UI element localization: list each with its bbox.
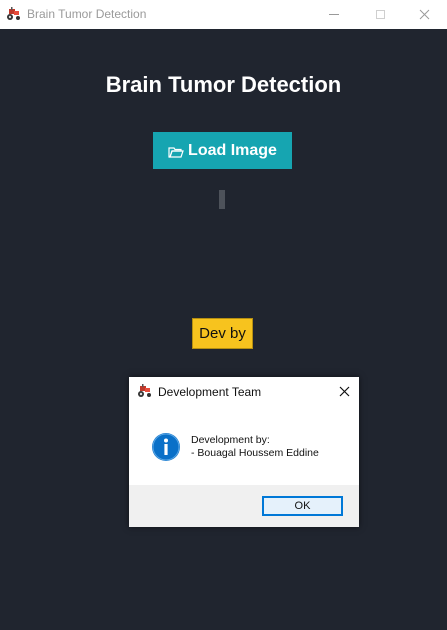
load-image-label: Load Image: [188, 141, 277, 159]
page-title: Brain Tumor Detection: [105, 72, 342, 97]
minimize-icon: [329, 14, 339, 15]
dialog-close-button[interactable]: [329, 377, 359, 406]
folder-open-icon: [168, 147, 184, 158]
load-image-button[interactable]: Load Image: [153, 132, 292, 169]
info-icon: [152, 433, 180, 461]
window-titlebar[interactable]: Brain Tumor Detection: [0, 0, 447, 29]
close-icon: [339, 386, 349, 397]
minimize-button[interactable]: [311, 0, 357, 29]
dialog-titlebar[interactable]: Development Team: [129, 377, 359, 406]
window-close-button[interactable]: [401, 0, 447, 29]
app-window: Brain Tumor Detection Brain Tumor Detect…: [0, 0, 447, 630]
development-team-dialog: Development Team Development by: - Bouag…: [129, 377, 359, 527]
image-display-area: [219, 190, 225, 209]
close-icon: [419, 9, 429, 20]
window-title: Brain Tumor Detection: [27, 7, 147, 21]
dev-by-button[interactable]: Dev by: [192, 318, 253, 349]
tractor-icon: [137, 384, 153, 398]
dialog-footer: OK: [129, 485, 359, 527]
message-line-2: - Bouagal Houssem Eddine: [191, 447, 319, 459]
dialog-message: Development by: - Bouagal Houssem Eddine: [191, 434, 319, 460]
maximize-icon: [375, 10, 385, 19]
dialog-title: Development Team: [158, 385, 262, 399]
ok-button[interactable]: OK: [262, 496, 343, 516]
maximize-button[interactable]: [357, 0, 403, 29]
message-line-1: Development by:: [191, 434, 270, 446]
tractor-icon: [6, 7, 22, 21]
